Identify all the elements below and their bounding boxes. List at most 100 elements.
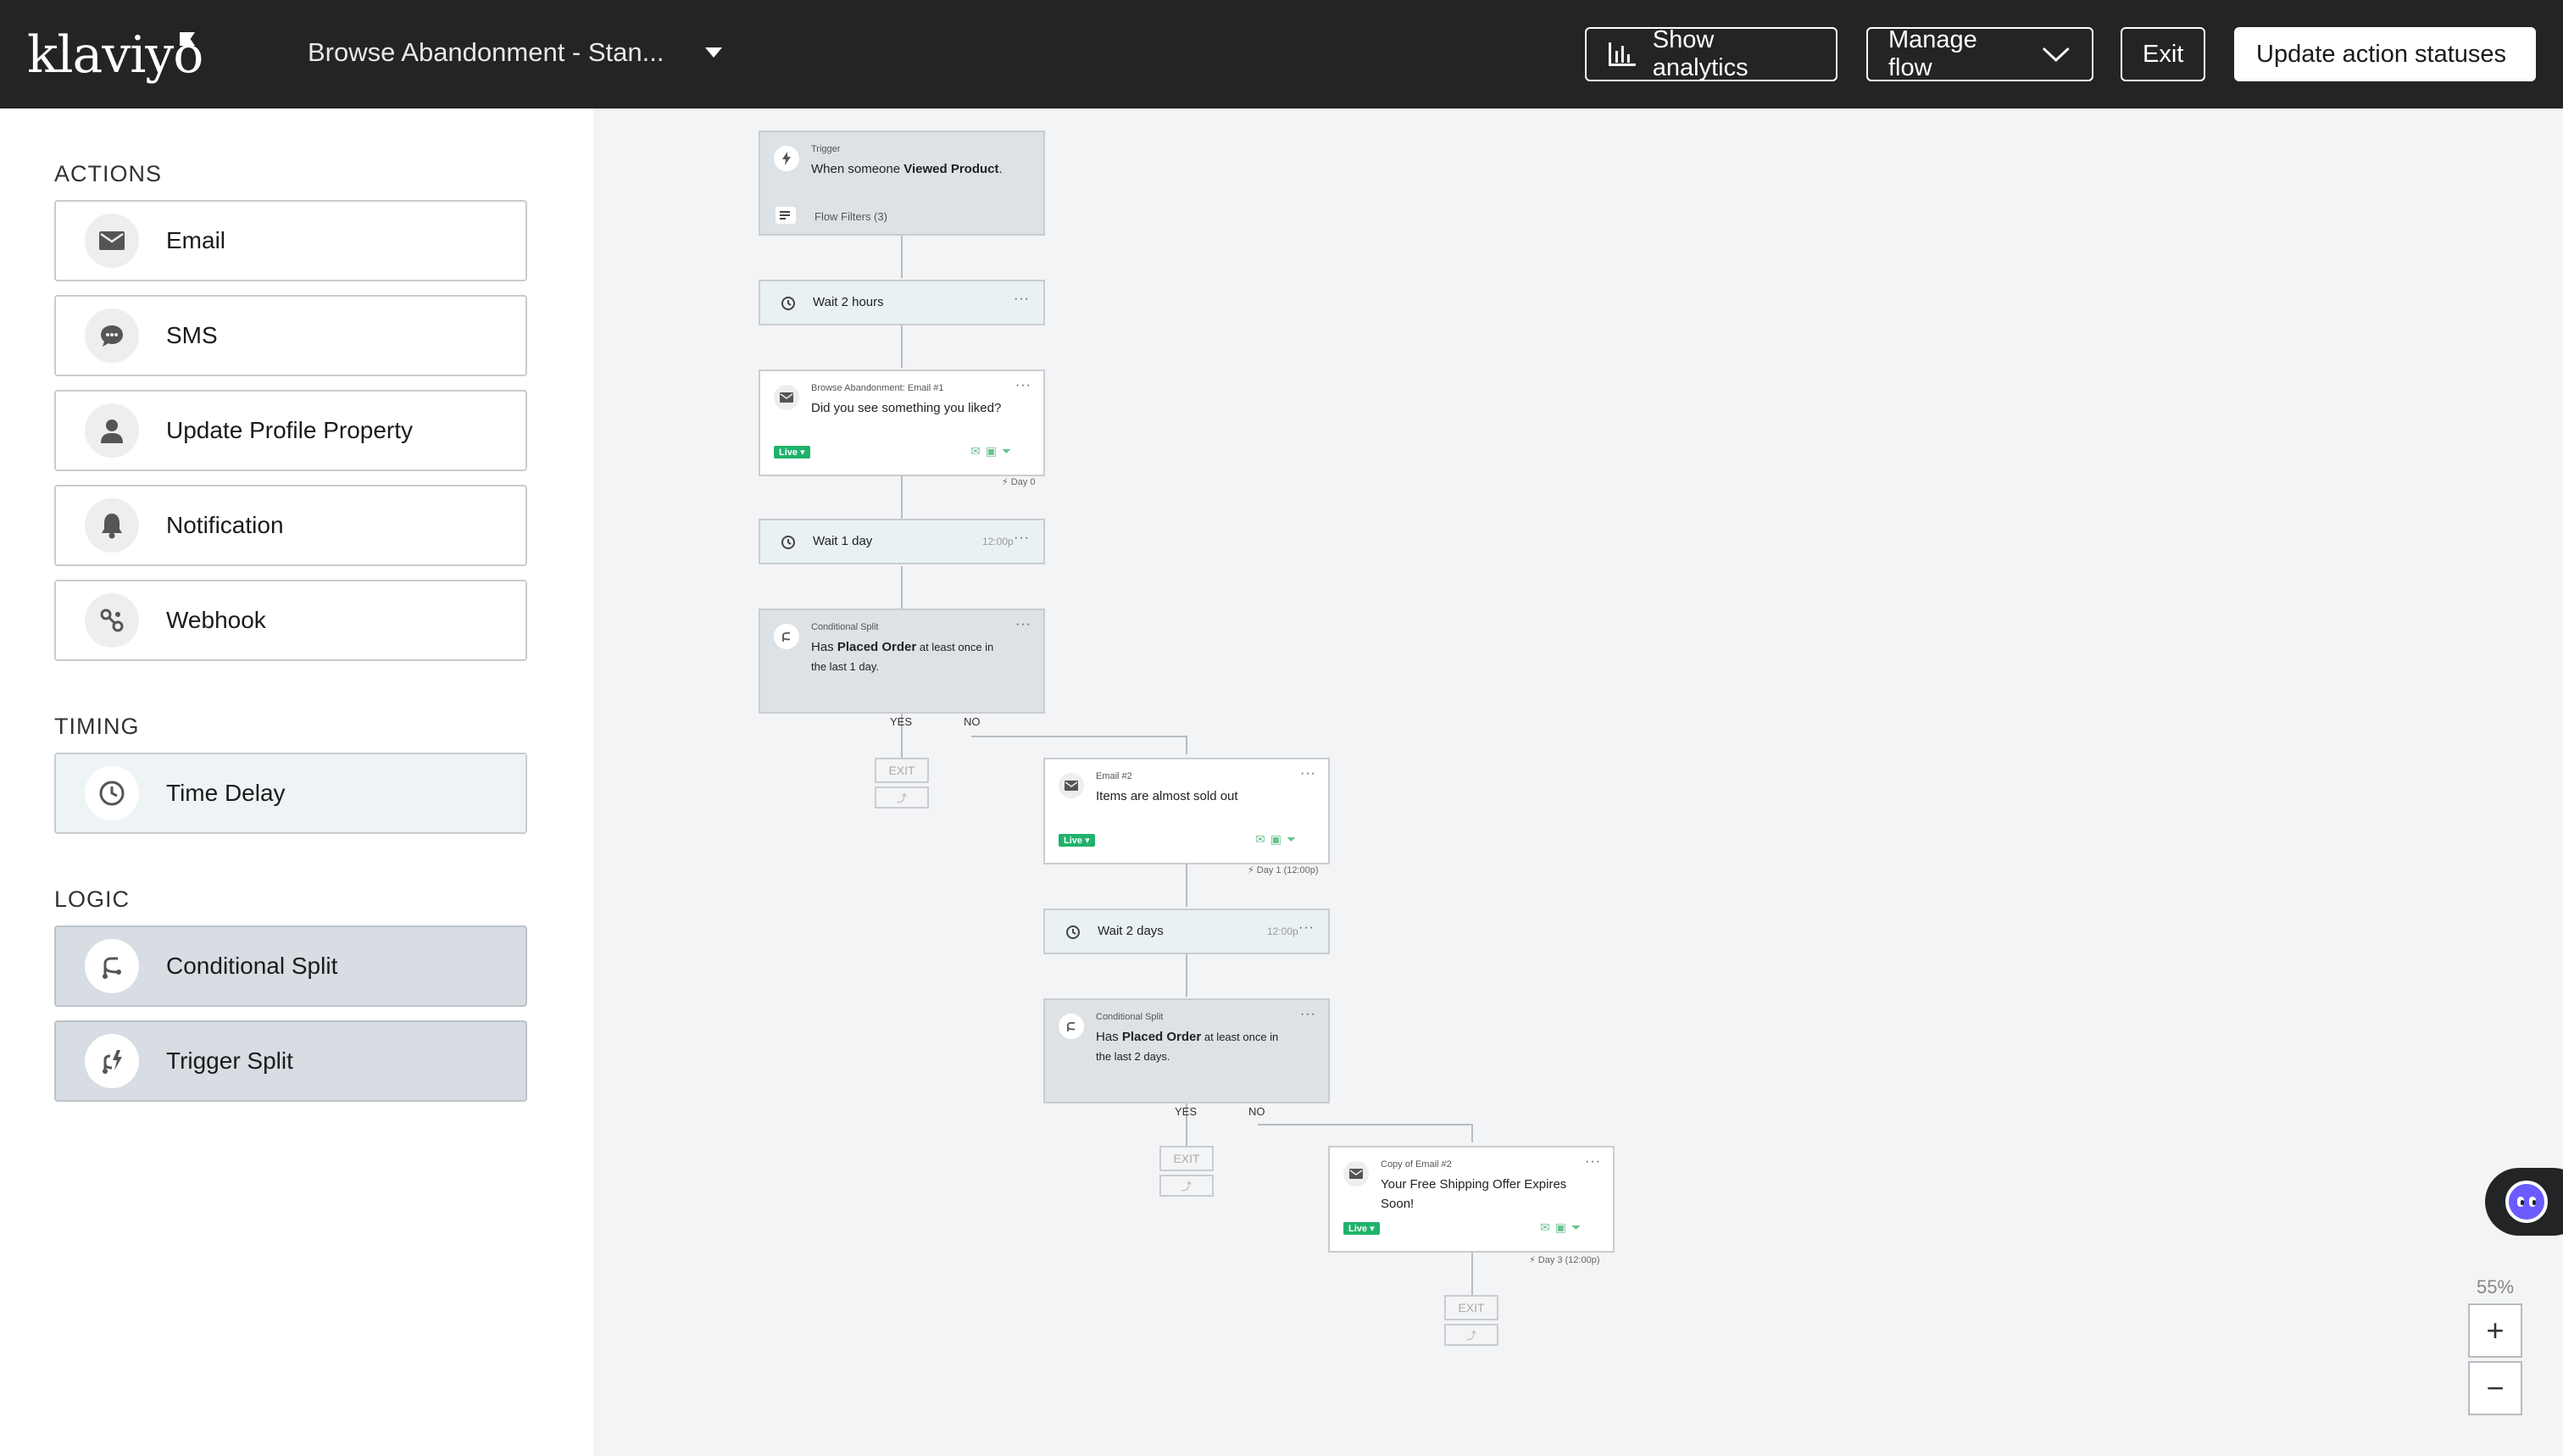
day-label: ⚡ Day 3 (12:00p) (1529, 1255, 1600, 1265)
flow-title[interactable]: Browse Abandonment - Stan... (308, 37, 664, 68)
email-name: Copy of Email #2 (1381, 1159, 1452, 1170)
connector (1186, 954, 1187, 997)
more-options-icon[interactable]: ··· (1585, 1154, 1601, 1170)
email-subject: Your Free Shipping Offer Expires Soon! (1381, 1177, 1567, 1211)
connector (901, 476, 903, 519)
sidebar-item-label: Webhook (166, 607, 266, 633)
wait-node[interactable]: Wait 2 hours ··· (759, 280, 1045, 325)
email-node[interactable]: Browse Abandonment: Email #1 Did you see… (759, 370, 1045, 476)
timing-section-title: TIMING (54, 714, 140, 739)
sidebar-item-email[interactable]: Email (54, 200, 527, 281)
more-options-icon[interactable]: ··· (1014, 292, 1030, 307)
clock-icon (1066, 925, 1080, 939)
email-name: Email #2 (1096, 771, 1132, 781)
exit-button[interactable]: Exit (2121, 27, 2205, 81)
more-options-icon[interactable]: ··· (1300, 766, 1316, 781)
clock-icon (781, 536, 795, 549)
envelope-icon (1059, 773, 1084, 798)
top-bar: klaviyo Browse Abandonment - Stan... Sho… (0, 0, 2563, 108)
sidebar: ACTIONS Email SMS Update Profile Propert… (0, 108, 593, 1456)
connector (1471, 1253, 1473, 1295)
email-name: Browse Abandonment: Email #1 (811, 383, 944, 393)
connector (901, 236, 903, 278)
show-analytics-label: Show analytics (1652, 26, 1749, 81)
zoom-level: 55% (2477, 1276, 2515, 1298)
wait-node[interactable]: Wait 1 day 12:00p ··· (759, 519, 1045, 564)
connector (1258, 1124, 1473, 1125)
chevron-down-icon (2043, 47, 2071, 62)
live-status-badge[interactable]: Live ▾ (1343, 1222, 1380, 1235)
manage-flow-button[interactable]: Manage flow (1866, 26, 2093, 81)
connector (901, 732, 903, 758)
trigger-split-icon (85, 1034, 139, 1088)
exit-label: Exit (2143, 40, 2184, 68)
zoom-out-button[interactable]: − (2468, 1361, 2522, 1415)
flow-canvas[interactable]: Trigger When someone Viewed Product. Flo… (593, 108, 2563, 1456)
flow-title-dropdown-icon[interactable] (705, 47, 722, 58)
yes-branch-label: YES (1175, 1105, 1198, 1118)
clock-icon (85, 766, 139, 820)
connector (901, 325, 903, 368)
flow-filters-link[interactable]: Flow Filters (3) (814, 210, 887, 223)
trigger-description: When someone Viewed Product. (811, 162, 1003, 176)
manage-flow-label: Manage flow (1888, 26, 1977, 81)
wait-label: Wait 2 days (1098, 924, 1164, 938)
sidebar-item-label: Email (166, 227, 226, 253)
assistant-face-icon (2505, 1181, 2548, 1223)
connector (1186, 1120, 1187, 1146)
wait-label: Wait 2 hours (813, 295, 884, 309)
sidebar-item-trigger-split[interactable]: Trigger Split (54, 1020, 527, 1102)
email-info-icons: ✉▣⏷ (1540, 1220, 1587, 1234)
more-options-icon[interactable]: ··· (1014, 531, 1030, 546)
sidebar-item-conditional-split[interactable]: Conditional Split (54, 925, 527, 1007)
wait-node[interactable]: Wait 2 days 12:00p ··· (1043, 909, 1330, 954)
bar-chart-icon (1608, 42, 1636, 66)
exit-split-icon: ⤴ (1159, 1175, 1214, 1197)
update-action-statuses-button[interactable]: Update action statuses (2234, 27, 2536, 81)
sidebar-item-label: Trigger Split (166, 1048, 293, 1074)
connector (901, 566, 903, 609)
split-condition: Has Placed Order at least once in the las… (1096, 1030, 1279, 1063)
chat-assistant-button[interactable] (2485, 1168, 2563, 1236)
no-branch-label: NO (964, 715, 981, 728)
more-options-icon[interactable]: ··· (1300, 1007, 1316, 1022)
wait-time: 12:00p (1267, 925, 1298, 937)
conditional-split-node[interactable]: Conditional Split Has Placed Order at le… (759, 609, 1045, 714)
email-info-icons: ✉▣⏷ (1255, 832, 1302, 846)
more-options-icon[interactable]: ··· (1015, 378, 1031, 393)
more-options-icon[interactable]: ··· (1015, 617, 1031, 632)
email-node[interactable]: Email #2 Items are almost sold out ··· L… (1043, 758, 1330, 864)
split-icon (774, 624, 799, 649)
clock-icon (781, 297, 795, 310)
sidebar-item-time-delay[interactable]: Time Delay (54, 753, 527, 834)
sidebar-item-sms[interactable]: SMS (54, 295, 527, 376)
live-status-badge[interactable]: Live ▾ (1059, 834, 1095, 847)
email-subject: Items are almost sold out (1096, 789, 1238, 803)
logic-section-title: LOGIC (54, 886, 131, 912)
zoom-in-button[interactable]: + (2468, 1303, 2522, 1358)
sidebar-item-label: Update Profile Property (166, 417, 414, 443)
trigger-node[interactable]: Trigger When someone Viewed Product. Flo… (759, 131, 1045, 236)
show-analytics-button[interactable]: Show analytics (1585, 26, 1837, 81)
lightning-icon (774, 146, 799, 171)
more-options-icon[interactable]: ··· (1298, 920, 1315, 936)
envelope-icon (85, 214, 139, 268)
exit-node: EXIT (875, 758, 929, 783)
sidebar-item-update-profile-property[interactable]: Update Profile Property (54, 390, 527, 471)
day-label: ⚡ Day 0 (1002, 477, 1036, 487)
person-icon (85, 403, 139, 458)
split-label: Conditional Split (811, 622, 879, 632)
split-icon (1059, 1014, 1084, 1039)
sidebar-item-webhook[interactable]: Webhook (54, 580, 527, 661)
exit-split-icon: ⤴ (1444, 1324, 1498, 1346)
conditional-split-node[interactable]: Conditional Split Has Placed Order at le… (1043, 998, 1330, 1103)
klaviyo-logo[interactable]: klaviyo (27, 25, 203, 85)
trigger-label: Trigger (811, 144, 841, 154)
sidebar-item-notification[interactable]: Notification (54, 485, 527, 566)
split-condition: Has Placed Order at least once in the las… (811, 640, 994, 673)
split-icon (85, 939, 139, 993)
live-status-badge[interactable]: Live ▾ (774, 446, 810, 458)
email-node[interactable]: Copy of Email #2 Your Free Shipping Offe… (1328, 1146, 1615, 1253)
connector (971, 736, 1187, 737)
filter-list-icon (776, 207, 796, 224)
